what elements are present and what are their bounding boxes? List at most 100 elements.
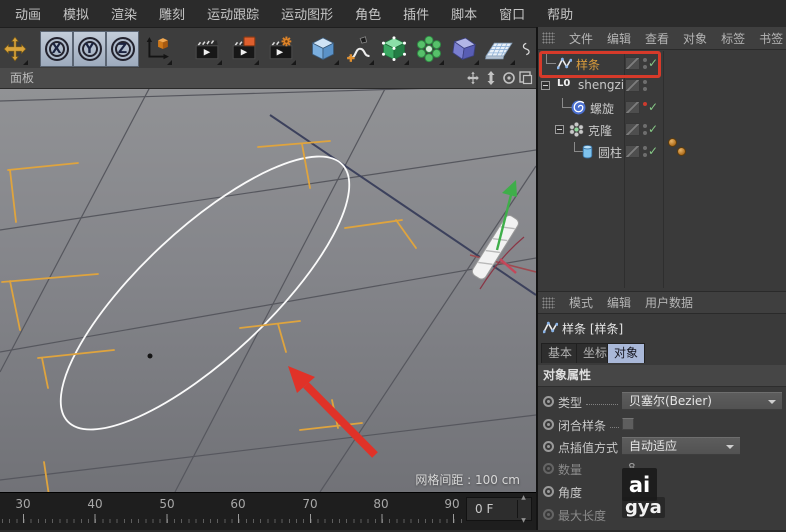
bend-deformer-icon[interactable] bbox=[447, 31, 480, 66]
axis-x-label: X bbox=[45, 37, 69, 61]
grid-lines bbox=[0, 89, 536, 492]
editor-visibility-dot[interactable] bbox=[643, 124, 647, 128]
enabled-check-icon[interactable]: ✓ bbox=[648, 144, 658, 158]
ruler-ticks bbox=[0, 514, 462, 523]
am-menu-mode[interactable]: 模式 bbox=[569, 294, 593, 311]
null-icon: L0 bbox=[557, 78, 572, 93]
y-axis-arrowhead[interactable] bbox=[502, 180, 517, 197]
dolly-icon[interactable] bbox=[484, 71, 499, 86]
keyframe-ring-icon[interactable] bbox=[543, 486, 554, 497]
om-menu-view[interactable]: 查看 bbox=[645, 30, 669, 47]
menu-window[interactable]: 窗口 bbox=[499, 4, 525, 23]
main-menubar: 动画 模拟 渲染 雕刻 运动跟踪 运动图形 角色 插件 脚本 窗口 帮助 bbox=[0, 0, 786, 27]
rotate-icon[interactable] bbox=[502, 71, 517, 86]
om-menu-bookmarks[interactable]: 书签 bbox=[759, 30, 783, 47]
tab-object[interactable]: 对象 bbox=[607, 343, 645, 363]
om-menu-edit[interactable]: 编辑 bbox=[607, 30, 631, 47]
spline-handles[interactable] bbox=[2, 141, 416, 492]
om-menu-file[interactable]: 文件 bbox=[569, 30, 593, 47]
menu-simulate[interactable]: 模拟 bbox=[63, 4, 89, 23]
render-visibility-dot[interactable] bbox=[643, 131, 647, 135]
material-tag-icon[interactable] bbox=[668, 138, 677, 147]
menu-plugins[interactable]: 插件 bbox=[403, 4, 429, 23]
om-menu-objects[interactable]: 对象 bbox=[683, 30, 707, 47]
keyframe-ring-icon[interactable] bbox=[543, 419, 554, 430]
menu-sculpt[interactable]: 雕刻 bbox=[159, 4, 185, 23]
enabled-check-icon[interactable]: ✓ bbox=[648, 122, 658, 136]
type-label: 类型 bbox=[558, 394, 582, 411]
drag-grip-icon[interactable] bbox=[542, 297, 555, 309]
angle-label: 角度 bbox=[558, 484, 582, 501]
om-menu-tags[interactable]: 标签 bbox=[721, 30, 745, 47]
watermark-gya: gya bbox=[622, 497, 665, 518]
viewport-3d-canvas[interactable]: 网格间距 : 100 cm bbox=[0, 89, 536, 492]
clipped-toolbar-icon[interactable] bbox=[520, 31, 535, 66]
pan-icon[interactable] bbox=[466, 71, 481, 86]
menu-mograph[interactable]: 运动图形 bbox=[281, 4, 333, 23]
layer-toggle[interactable] bbox=[625, 123, 640, 136]
ruler-tick-80: 80 bbox=[373, 497, 388, 511]
menu-help[interactable]: 帮助 bbox=[547, 4, 573, 23]
keyframe-ring-icon[interactable] bbox=[543, 396, 554, 407]
interpolation-dropdown[interactable]: 自动适应 bbox=[622, 437, 740, 455]
object-properties-section: 对象属性 bbox=[538, 365, 786, 387]
object-row-cloner[interactable]: 克隆 ✓ bbox=[538, 119, 786, 141]
frame-stepper[interactable]: ▲▼ bbox=[517, 500, 529, 518]
keyframe-ring-icon[interactable] bbox=[543, 463, 554, 474]
layer-toggle[interactable] bbox=[625, 145, 640, 158]
maximize-icon[interactable] bbox=[519, 71, 534, 86]
object-row-helix[interactable]: 螺旋 ✓ bbox=[538, 97, 786, 119]
menu-motion-tracker[interactable]: 运动跟踪 bbox=[207, 4, 259, 23]
collapse-toggle[interactable] bbox=[541, 81, 550, 90]
object-label-shengzi[interactable]: shengzi bbox=[578, 78, 624, 92]
menu-animate[interactable]: 动画 bbox=[15, 4, 41, 23]
axis-lock-z-button[interactable]: Z bbox=[106, 31, 139, 67]
subdivision-surface-icon[interactable] bbox=[377, 31, 410, 66]
object-label-cloner[interactable]: 克隆 bbox=[588, 122, 612, 139]
attribute-tabs: 基本 坐标 对象 bbox=[538, 343, 786, 363]
axis-lock-y-button[interactable]: Y bbox=[73, 31, 106, 67]
drag-grip-icon[interactable] bbox=[542, 32, 555, 44]
type-dropdown[interactable]: 贝塞尔(Bezier) bbox=[622, 392, 782, 410]
current-frame-field[interactable]: 0 F ▲▼ bbox=[466, 497, 532, 521]
enabled-check-icon[interactable]: ✓ bbox=[648, 100, 658, 114]
viewport-title[interactable]: 面板 bbox=[10, 68, 34, 88]
floor-icon[interactable] bbox=[482, 31, 516, 66]
object-label-cylinder[interactable]: 圆柱 bbox=[598, 144, 622, 161]
add-cube-icon[interactable] bbox=[306, 31, 340, 66]
main-toolbar: X Y Z bbox=[0, 27, 536, 68]
render-picture-viewer-icon[interactable] bbox=[227, 31, 260, 66]
coordinate-system-icon[interactable] bbox=[140, 31, 173, 66]
editor-visibility-dot[interactable] bbox=[643, 80, 647, 84]
am-menu-userdata[interactable]: 用户数据 bbox=[645, 294, 693, 311]
editor-visibility-dot[interactable] bbox=[643, 146, 647, 150]
annotation-highlight-box bbox=[539, 51, 661, 78]
menu-script[interactable]: 脚本 bbox=[451, 4, 477, 23]
material-tag-icon[interactable] bbox=[677, 147, 686, 156]
axis-lock-x-button[interactable]: X bbox=[40, 31, 73, 67]
render-settings-icon[interactable] bbox=[264, 31, 297, 66]
layer-toggle[interactable] bbox=[625, 101, 640, 114]
layer-toggle[interactable] bbox=[625, 79, 640, 92]
render-visibility-dot[interactable] bbox=[643, 153, 647, 157]
object-label-helix[interactable]: 螺旋 bbox=[590, 100, 614, 117]
move-tool-icon[interactable] bbox=[1, 31, 29, 66]
timeline-ruler[interactable]: 30 40 50 60 70 80 90 0 F ▲▼ bbox=[0, 492, 536, 530]
tab-basic[interactable]: 基本 bbox=[541, 343, 579, 363]
render-view-icon[interactable] bbox=[190, 31, 223, 66]
menu-render[interactable]: 渲染 bbox=[111, 4, 137, 23]
keyframe-ring-icon[interactable] bbox=[543, 441, 554, 452]
attr-row-close-spline: 闭合样条 bbox=[538, 413, 786, 435]
object-row-cylinder[interactable]: 圆柱 ✓ bbox=[538, 141, 786, 163]
editor-visibility-dot-red[interactable] bbox=[643, 102, 647, 106]
keyframe-ring-icon[interactable] bbox=[543, 509, 554, 520]
object-row-shengzi[interactable]: L0 shengzi bbox=[538, 75, 786, 97]
menu-character[interactable]: 角色 bbox=[355, 4, 381, 23]
close-spline-checkbox[interactable] bbox=[622, 418, 634, 430]
am-menu-edit[interactable]: 编辑 bbox=[607, 294, 631, 311]
render-visibility-dot[interactable] bbox=[643, 87, 647, 91]
spline-pen-icon[interactable] bbox=[342, 31, 375, 66]
rope-segment-object[interactable] bbox=[471, 180, 524, 289]
collapse-toggle[interactable] bbox=[555, 125, 564, 134]
mograph-cloner-icon[interactable] bbox=[412, 31, 445, 66]
